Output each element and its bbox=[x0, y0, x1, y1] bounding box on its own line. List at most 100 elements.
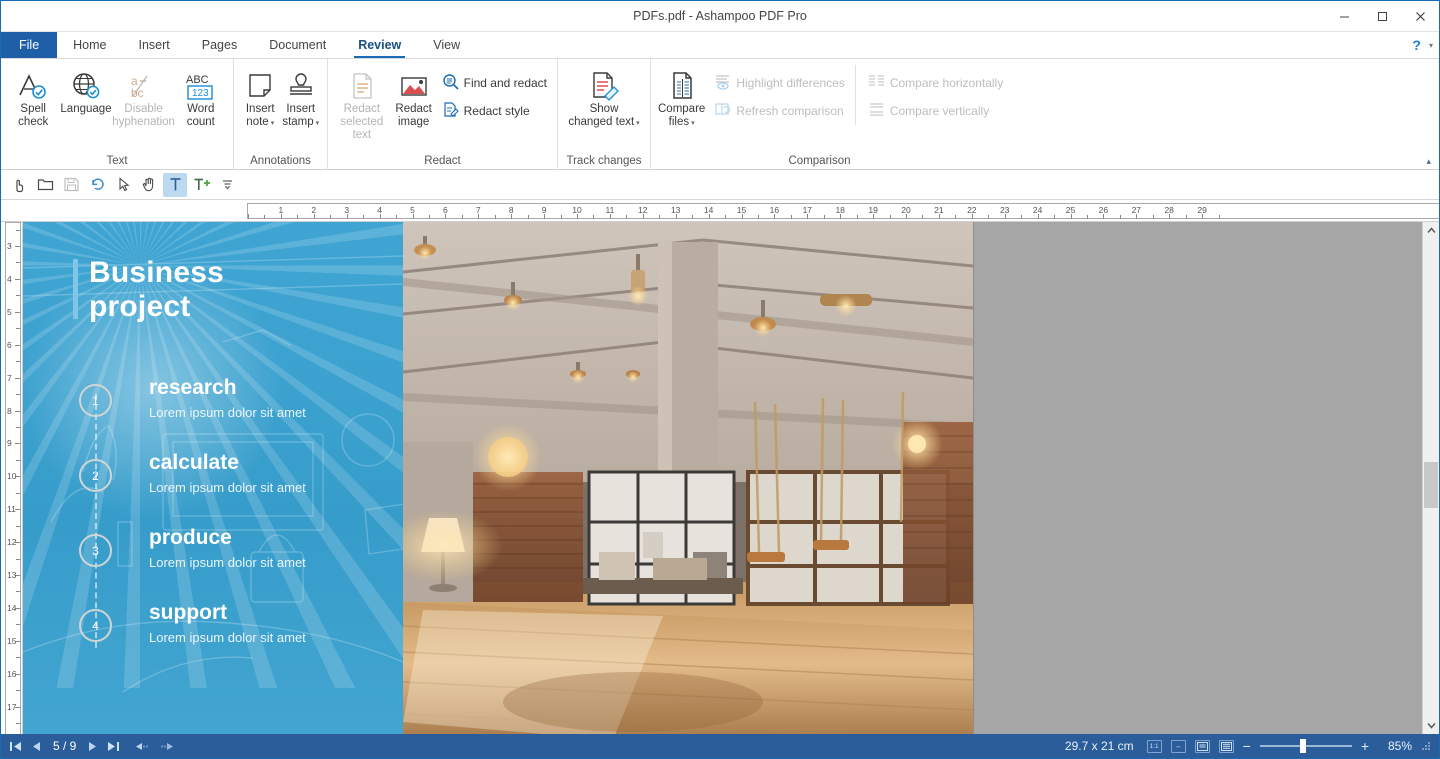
help-chevron-down-icon[interactable]: ▾ bbox=[1429, 41, 1433, 50]
zoom-level-label[interactable]: 85% bbox=[1378, 739, 1412, 753]
list-item[interactable]: 3 produce Lorem ipsum dolor sit amet bbox=[73, 526, 403, 601]
collapse-ribbon-button[interactable]: ▴ bbox=[1426, 156, 1431, 167]
more-options-icon[interactable] bbox=[215, 173, 239, 197]
tab-file[interactable]: File bbox=[1, 32, 58, 58]
window-controls bbox=[1325, 1, 1439, 32]
add-text-icon[interactable] bbox=[189, 173, 213, 197]
title-bar: PDFs.pdf - Ashampoo PDF Pro bbox=[1, 1, 1439, 32]
zoom-slider-thumb[interactable] bbox=[1299, 739, 1306, 753]
show-changed-text-button[interactable]: Show changed text ▾ bbox=[564, 65, 644, 139]
show-changed-text-chevron-down-icon[interactable]: ▾ bbox=[636, 120, 640, 127]
compare-horizontally-label: Compare horizontally bbox=[889, 76, 1004, 90]
horizontal-ruler[interactable]: 1 2 3 4 5 6 7 8 9 10 11 12 13 14 15 16 17 18 19 20 21 22 23 24 2… bbox=[1, 200, 1439, 222]
vertical-ruler[interactable]: 3456789101112131415161718 bbox=[1, 222, 23, 734]
next-page-icon[interactable] bbox=[87, 741, 98, 752]
single-page-view-icon[interactable] bbox=[1194, 739, 1210, 753]
scroll-up-button[interactable] bbox=[1423, 222, 1439, 239]
compare-vertically-button[interactable]: Compare vertically bbox=[864, 97, 1007, 125]
insert-note-button[interactable]: Insert note ▾ bbox=[240, 65, 281, 139]
insert-stamp-label-2: stamp ▾ bbox=[281, 116, 320, 130]
continuous-page-view-icon[interactable] bbox=[1218, 739, 1234, 753]
list-item[interactable]: 4 support Lorem ipsum dolor sit amet bbox=[73, 601, 403, 676]
undo-icon[interactable] bbox=[85, 173, 109, 197]
next-view-icon[interactable] bbox=[159, 741, 174, 752]
redact-image-button[interactable]: Redact image bbox=[390, 65, 438, 139]
disable-hyphenation-button[interactable]: a bc Disable hyphenation bbox=[112, 65, 175, 139]
highlight-differences-label: Highlight differences bbox=[736, 76, 845, 90]
minimize-button[interactable] bbox=[1325, 1, 1363, 32]
main-area: 3456789101112131415161718 bbox=[1, 222, 1439, 734]
ruler-label: 11 bbox=[7, 504, 16, 515]
tab-view[interactable]: View bbox=[417, 32, 476, 58]
language-label-1: Language bbox=[60, 103, 112, 115]
word-count-button[interactable]: ABC 123 Word count bbox=[175, 65, 227, 139]
vertical-scrollbar[interactable] bbox=[1422, 222, 1439, 734]
scrollbar-thumb[interactable] bbox=[1424, 462, 1438, 508]
highlight-differences-button[interactable]: Highlight differences bbox=[710, 69, 849, 97]
tab-pages[interactable]: Pages bbox=[186, 32, 253, 58]
page-indicator[interactable]: 5 / 9 bbox=[51, 739, 78, 753]
zoom-slider[interactable] bbox=[1259, 739, 1352, 753]
redact-style-icon bbox=[442, 101, 459, 121]
spell-check-label-2: check bbox=[18, 116, 49, 128]
save-icon[interactable] bbox=[59, 173, 83, 197]
compare-horizontally-button[interactable]: Compare horizontally bbox=[864, 69, 1007, 97]
ruler-tick bbox=[988, 215, 990, 219]
touch-mode-icon[interactable] bbox=[7, 173, 31, 197]
pdf-page[interactable]: Business project 1 research Lorem ipsum … bbox=[23, 222, 973, 734]
ruler-tick bbox=[1218, 215, 1220, 219]
insert-stamp-chevron-down-icon[interactable]: ▾ bbox=[316, 120, 320, 127]
application-window: PDFs.pdf - Ashampoo PDF Pro File Home In… bbox=[0, 0, 1440, 759]
redact-style-button[interactable]: Redact style bbox=[438, 97, 551, 125]
maximize-button[interactable] bbox=[1363, 1, 1401, 32]
ruler-tick bbox=[840, 214, 842, 219]
select-cursor-icon[interactable] bbox=[111, 173, 135, 197]
text-select-icon[interactable] bbox=[163, 172, 187, 197]
help-icon[interactable]: ? bbox=[1412, 37, 1421, 53]
ruler-label: 4 bbox=[7, 273, 12, 284]
previous-page-icon[interactable] bbox=[31, 741, 42, 752]
compare-files-chevron-down-icon[interactable]: ▾ bbox=[691, 120, 695, 127]
close-button[interactable] bbox=[1401, 1, 1439, 32]
find-and-redact-label: Find and redact bbox=[463, 76, 547, 90]
tab-document[interactable]: Document bbox=[253, 32, 342, 58]
refresh-comparison-button[interactable]: Refresh comparison bbox=[710, 97, 849, 125]
scroll-down-button[interactable] bbox=[1423, 717, 1439, 734]
document-canvas[interactable]: Business project 1 research Lorem ipsum … bbox=[23, 222, 1422, 734]
open-folder-icon[interactable] bbox=[33, 173, 57, 197]
ruler-label: 15 bbox=[7, 635, 17, 646]
ribbon-group-comparison-title: Comparison bbox=[788, 155, 851, 167]
list-item[interactable]: 1 research Lorem ipsum dolor sit amet bbox=[73, 376, 403, 451]
previous-view-icon[interactable] bbox=[135, 741, 150, 752]
zoom-in-button[interactable]: + bbox=[1361, 739, 1369, 753]
step-number-badge: 1 bbox=[79, 384, 112, 417]
first-page-icon[interactable] bbox=[9, 741, 22, 752]
tab-review[interactable]: Review bbox=[342, 32, 417, 58]
ruler-tick bbox=[264, 215, 266, 219]
hand-pan-icon[interactable] bbox=[137, 173, 161, 197]
fit-width-button[interactable]: ↔ bbox=[1170, 739, 1186, 753]
insert-note-chevron-down-icon[interactable]: ▾ bbox=[271, 120, 275, 127]
language-button[interactable]: Language bbox=[59, 65, 112, 139]
spell-check-button[interactable]: Spell check bbox=[7, 65, 59, 139]
redact-selected-text-button[interactable]: Redact selected text bbox=[334, 65, 390, 142]
compare-files-button[interactable]: Compare files ▾ bbox=[657, 65, 706, 139]
step-number-badge: 3 bbox=[79, 534, 112, 567]
ruler-tick bbox=[675, 214, 677, 219]
last-page-icon[interactable] bbox=[107, 741, 120, 752]
ruler-tick bbox=[938, 214, 940, 219]
refresh-comparison-icon bbox=[714, 101, 731, 121]
list-item[interactable]: 2 calculate Lorem ipsum dolor sit amet bbox=[73, 451, 403, 526]
tab-home[interactable]: Home bbox=[57, 32, 122, 58]
actual-size-button[interactable]: 1:1 bbox=[1146, 739, 1162, 753]
resize-grip[interactable] bbox=[1421, 741, 1431, 751]
find-and-redact-button[interactable]: Find and redact bbox=[438, 69, 551, 97]
ruler-label: 9 bbox=[7, 438, 12, 449]
ribbon-group-text-title: Text bbox=[106, 155, 128, 167]
step-description: Lorem ipsum dolor sit amet bbox=[149, 405, 306, 420]
tab-insert[interactable]: Insert bbox=[123, 32, 186, 58]
insert-stamp-button[interactable]: Insert stamp ▾ bbox=[281, 65, 322, 139]
insert-stamp-label-2-text: stamp bbox=[282, 116, 314, 128]
zoom-out-button[interactable]: − bbox=[1243, 739, 1251, 753]
ruler-tick bbox=[1021, 215, 1023, 219]
